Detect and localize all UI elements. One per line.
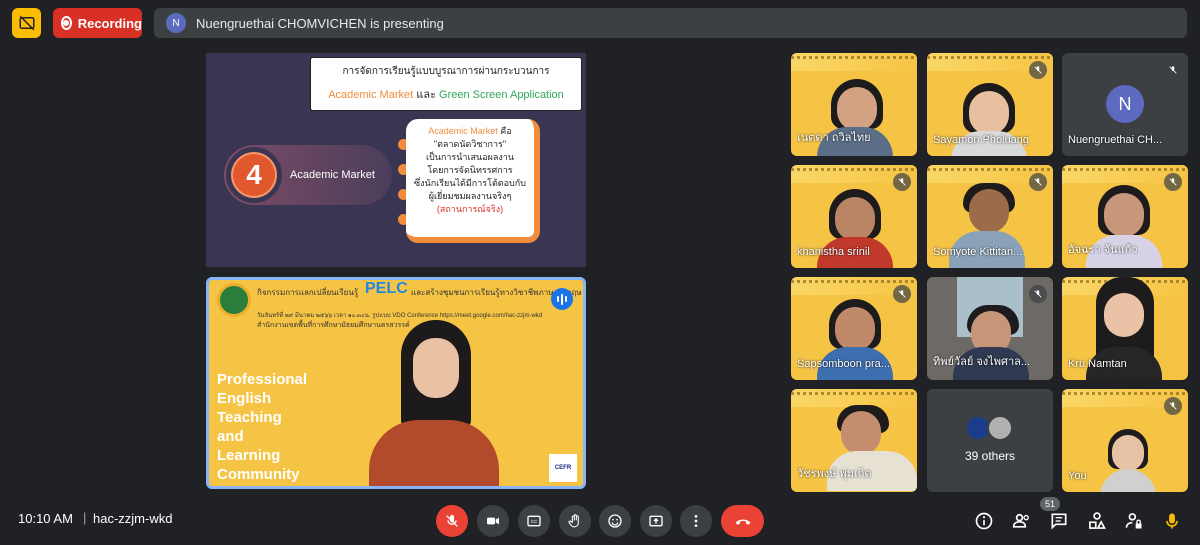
pelc-label: PELC — [365, 280, 408, 297]
present-icon — [649, 515, 663, 527]
reactions-button[interactable] — [599, 505, 631, 537]
cefr-logo: CEFR — [549, 454, 577, 482]
slide-topic-pill: 4 Academic Market — [224, 145, 392, 205]
mic-off-icon — [1164, 61, 1182, 79]
clock: 10:10 AM — [18, 511, 73, 526]
activities-button[interactable] — [1085, 509, 1109, 533]
mic-toggle-button[interactable] — [436, 505, 468, 537]
recording-indicator-button[interactable]: Recording — [53, 8, 142, 38]
hide-self-view-button[interactable] — [12, 8, 41, 38]
svg-text:CC: CC — [531, 519, 538, 524]
mic-off-icon — [893, 285, 911, 303]
participant-name: You — [1068, 470, 1087, 482]
more-options-button[interactable] — [680, 505, 712, 537]
meeting-details-button[interactable] — [972, 509, 996, 533]
speaker-header-line2: วันจันทร์ที่ ๒๙ มีนาคม ๒๕๖๖ เวลา ๑๐.๓๐น.… — [257, 313, 543, 319]
participant-name: วัชรพงษ์ พุ่มเกิด — [797, 468, 872, 480]
record-icon — [61, 16, 72, 30]
mic-off-icon — [1029, 173, 1047, 191]
participant-name: Nuengruethai CH... — [1068, 134, 1163, 146]
camera-icon — [487, 517, 499, 525]
emoji-icon — [608, 514, 622, 528]
raise-hand-button[interactable] — [559, 505, 591, 537]
captions-button[interactable]: CC — [518, 505, 550, 537]
slide-definition-card: Academic Market คือ "ตลาดนัดวิชาการ" เป็… — [406, 119, 540, 243]
chat-button[interactable] — [1047, 509, 1071, 533]
people-button[interactable] — [1010, 509, 1034, 533]
leave-call-button[interactable] — [721, 505, 764, 537]
speaker-video — [359, 320, 509, 486]
participant-tile-others[interactable]: 39 others — [927, 389, 1053, 492]
participant-tile[interactable]: Sayamon Pholuang — [927, 53, 1053, 156]
mic-off-icon — [1164, 173, 1182, 191]
pip-off-icon — [19, 15, 34, 31]
mic-off-icon — [446, 515, 458, 527]
active-speaker-tile[interactable]: กิจกรรมการแลกเปลี่ยนเรียนรู้ PELC และสร้… — [206, 277, 586, 489]
participant-name: khanistha srinil — [797, 246, 870, 258]
participant-tile[interactable]: เนตดา ถวิลไทย — [791, 53, 917, 156]
hand-icon — [568, 514, 579, 528]
meeting-code: hac-zzjm-wkd — [93, 511, 173, 526]
people-icon — [1012, 513, 1029, 528]
present-screen-button[interactable] — [640, 505, 672, 537]
participant-tile[interactable]: Somyote Kittitan... — [927, 165, 1053, 268]
mic-off-icon — [893, 173, 911, 191]
participant-avatar: N — [1106, 85, 1144, 123]
mic-off-icon — [1164, 397, 1182, 415]
closed-captions-icon: CC — [527, 515, 541, 527]
slide-number-badge: 4 — [226, 147, 282, 203]
participant-name: อัจฉรา จันแก้ว — [1068, 244, 1138, 256]
self-view-mic-indicator — [1160, 509, 1184, 533]
participant-tile[interactable]: N Nuengruethai CH... — [1062, 53, 1188, 156]
presenter-avatar: N — [166, 13, 186, 33]
participant-name: Somyote Kittitan... — [933, 246, 1023, 258]
presentation-slide: การจัดการเรียนรู้แบบบูรณาการผ่านกระบวนกา… — [206, 53, 586, 267]
others-avatar-2 — [987, 415, 1013, 441]
info-icon — [975, 512, 993, 530]
presenting-text: Nuengruethai CHOMVICHEN is presenting — [196, 15, 444, 31]
camera-toggle-button[interactable] — [477, 505, 509, 537]
chat-icon — [1051, 513, 1067, 530]
lock-person-icon — [1125, 513, 1142, 529]
participant-tile[interactable]: Sapsomboon pra... — [791, 277, 917, 380]
speaker-background-text: Professional English Teaching and Learni… — [217, 371, 308, 483]
participant-tile[interactable]: วัชรพงษ์ พุ่มเกิด — [791, 389, 917, 492]
participant-tile[interactable]: ทิพย์วัลย์ จงไพศาล... — [927, 277, 1053, 380]
slide-topic-label: Academic Market — [290, 169, 375, 181]
mic-level-icon — [1166, 513, 1178, 529]
participant-name: Sapsomboon pra... — [797, 358, 890, 370]
participant-name: Kru Namtan — [1068, 358, 1127, 370]
recording-label: Recording — [77, 15, 142, 31]
participant-tile-self[interactable]: You — [1062, 389, 1188, 492]
participant-tile[interactable]: khanistha srinil — [791, 165, 917, 268]
slide-title-line1: การจัดการเรียนรู้แบบบูรณาการผ่านกระบวนกา… — [342, 66, 550, 77]
activities-icon — [1089, 512, 1106, 529]
presenting-banner: N Nuengruethai CHOMVICHEN is presenting — [154, 8, 1187, 38]
participant-tile[interactable]: อัจฉรา จันแก้ว — [1062, 165, 1188, 268]
others-count-label: 39 others — [964, 449, 1016, 463]
participant-name: เนตดา ถวิลไทย — [797, 132, 871, 144]
school-emblem-icon — [217, 283, 251, 317]
bottombar-separator: | — [83, 510, 87, 525]
speaking-indicator-icon — [551, 288, 573, 310]
end-call-icon — [735, 519, 750, 525]
participant-name: Sayamon Pholuang — [933, 134, 1030, 146]
speaker-header-line1: กิจกรรมการแลกเปลี่ยนเรียนรู้ — [257, 288, 359, 297]
mic-off-icon — [1029, 285, 1047, 303]
participant-name: ทิพย์วัลย์ จงไพศาล... — [933, 356, 1031, 368]
slide-title-line2: Academic Market และ Green Screen Applica… — [328, 89, 564, 101]
host-controls-button[interactable] — [1122, 509, 1146, 533]
more-vert-icon — [694, 515, 698, 527]
meet-window: Recording N Nuengruethai CHOMVICHEN is p… — [0, 0, 1200, 545]
mic-off-icon — [1029, 61, 1047, 79]
participant-tile[interactable]: Kru Namtan — [1062, 277, 1188, 380]
slide-title-banner: การจัดการเรียนรู้แบบบูรณาการผ่านกระบวนกา… — [310, 57, 582, 111]
